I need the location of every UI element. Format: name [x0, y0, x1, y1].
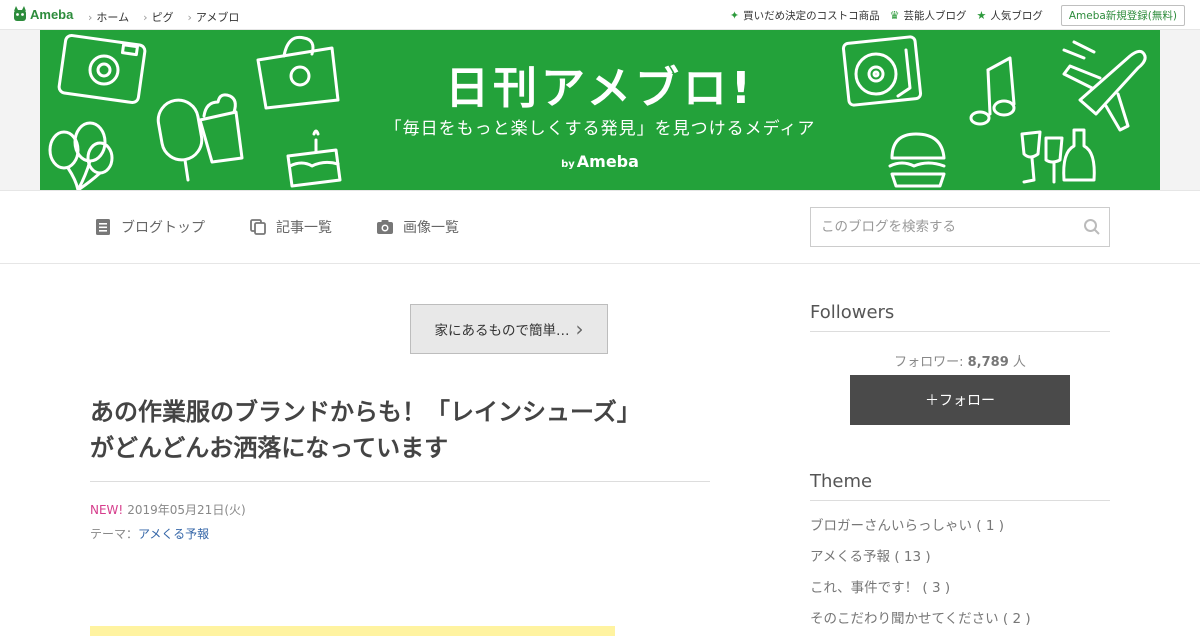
banner-by-label: by [561, 159, 575, 170]
banner-area: 日刊アメブロ! 「毎日をもっと楽しくする発見」を見つけるメディア by Ameba [0, 30, 1200, 190]
blog-header-banner[interactable]: 日刊アメブロ! 「毎日をもっと楽しくする発見」を見つけるメディア by Ameba [40, 30, 1160, 190]
theme-heading: Theme [810, 471, 1110, 501]
prev-entry-label: 家にあるもので簡単… [434, 323, 570, 339]
entry-theme-row: テーマ：アメくる予報 [90, 525, 209, 542]
followers-number: 8,789 [967, 355, 1009, 370]
copy-icon [250, 219, 266, 235]
banner-subtitle: 「毎日をもっと楽しくする発見」を見つけるメディア [384, 119, 816, 139]
tab-blog-top[interactable]: ブログトップ [94, 217, 205, 237]
chevron-right-icon: › [575, 317, 584, 341]
document-icon [96, 219, 110, 235]
tab-article-list-label: 記事一覧 [276, 220, 332, 236]
nav-ameblo[interactable]: アメブロ [187, 9, 239, 25]
theme-item[interactable]: ブロガーさんいらっしゃい ( 1 ) [810, 514, 1110, 545]
search-icon[interactable] [1083, 218, 1101, 236]
global-nav: ホーム ピグ アメブロ [88, 9, 239, 25]
link-costco[interactable]: ✦ 買いだめ決定のコストコ商品 [730, 8, 880, 23]
banner-brand-name: Ameba [576, 152, 639, 171]
blog-tabs: ブログトップ 記事一覧 画像一覧 [94, 217, 503, 237]
link-costco-label: 買いだめ決定のコストコ商品 [743, 10, 880, 22]
tab-article-list[interactable]: 記事一覧 [249, 217, 332, 237]
new-badge: NEW! [90, 503, 124, 517]
search-input[interactable] [811, 208, 1071, 246]
blog-navigation: ブログトップ 記事一覧 画像一覧 [0, 190, 1200, 264]
entry-title[interactable]: あの作業服のブランドからも！「レインシューズ」 がどんどんお洒落になっています [90, 394, 710, 466]
camera-icon [377, 220, 393, 234]
link-popular-label: 人気ブログ [990, 10, 1043, 22]
star-icon: ★ [976, 9, 987, 22]
followers-count[interactable]: フォロワー: 8,789 人 [810, 351, 1110, 370]
banner-brand: by Ameba [40, 152, 1160, 171]
prev-entry-button[interactable]: 家にあるもので簡単… › [410, 304, 608, 354]
title-divider [90, 481, 710, 482]
register-button[interactable]: Ameba新規登録(無料) [1060, 5, 1185, 26]
blog-search [810, 207, 1110, 247]
theme-item[interactable]: そのこだわり聞かせてください ( 2 ) [810, 607, 1110, 638]
theme-item[interactable]: アメくる予報 ( 13 ) [810, 545, 1110, 576]
global-header: Ameba ホーム ピグ アメブロ ✦ 買いだめ決定のコストコ商品 ♛ 芸能人ブ… [0, 0, 1200, 30]
link-popular-blog[interactable]: ★ 人気ブログ [976, 8, 1042, 23]
header-links: ✦ 買いだめ決定のコストコ商品 ♛ 芸能人ブログ ★ 人気ブログ Ameba新規… [730, 5, 1185, 26]
nav-pigg[interactable]: ピグ [143, 9, 173, 25]
followers-unit: 人 [1012, 355, 1026, 370]
theme-item[interactable]: これ、事件です！ ( 3 ) [810, 576, 1110, 607]
tab-blog-top-label: ブログトップ [121, 220, 205, 236]
followers-label: フォロワー: [894, 355, 964, 370]
theme-link[interactable]: アメくる予報 [138, 527, 209, 541]
entry-title-line-1: あの作業服のブランドからも！「レインシューズ」 [90, 398, 641, 426]
tab-image-list[interactable]: 画像一覧 [376, 217, 459, 237]
follow-button[interactable]: ＋フォロー [850, 375, 1070, 425]
link-celebrity-label: 芸能人ブログ [903, 10, 967, 22]
entry-date: 2019年05月21日(火) [127, 503, 246, 517]
ameba-mascot-icon [14, 6, 26, 21]
sparkle-icon: ✦ [729, 9, 740, 22]
highlighted-text-strip [90, 626, 615, 636]
ameba-logo[interactable]: Ameba [13, 6, 73, 22]
ameba-logo-text: Ameba [30, 6, 74, 22]
followers-heading: Followers [810, 302, 1110, 332]
banner-title: 日刊アメブロ! [445, 63, 755, 114]
link-celebrity-blog[interactable]: ♛ 芸能人ブログ [890, 8, 967, 23]
entry-title-line-2: がどんどんお洒落になっています [90, 434, 449, 462]
entry-date-row: NEW! 2019年05月21日(火) [90, 501, 246, 518]
nav-home[interactable]: ホーム [88, 9, 129, 25]
theme-list: ブロガーさんいらっしゃい ( 1 ) アメくる予報 ( 13 ) これ、事件です… [810, 514, 1110, 638]
theme-label: テーマ： [90, 527, 139, 541]
tab-image-list-label: 画像一覧 [403, 220, 459, 236]
crown-icon: ♛ [889, 9, 900, 22]
